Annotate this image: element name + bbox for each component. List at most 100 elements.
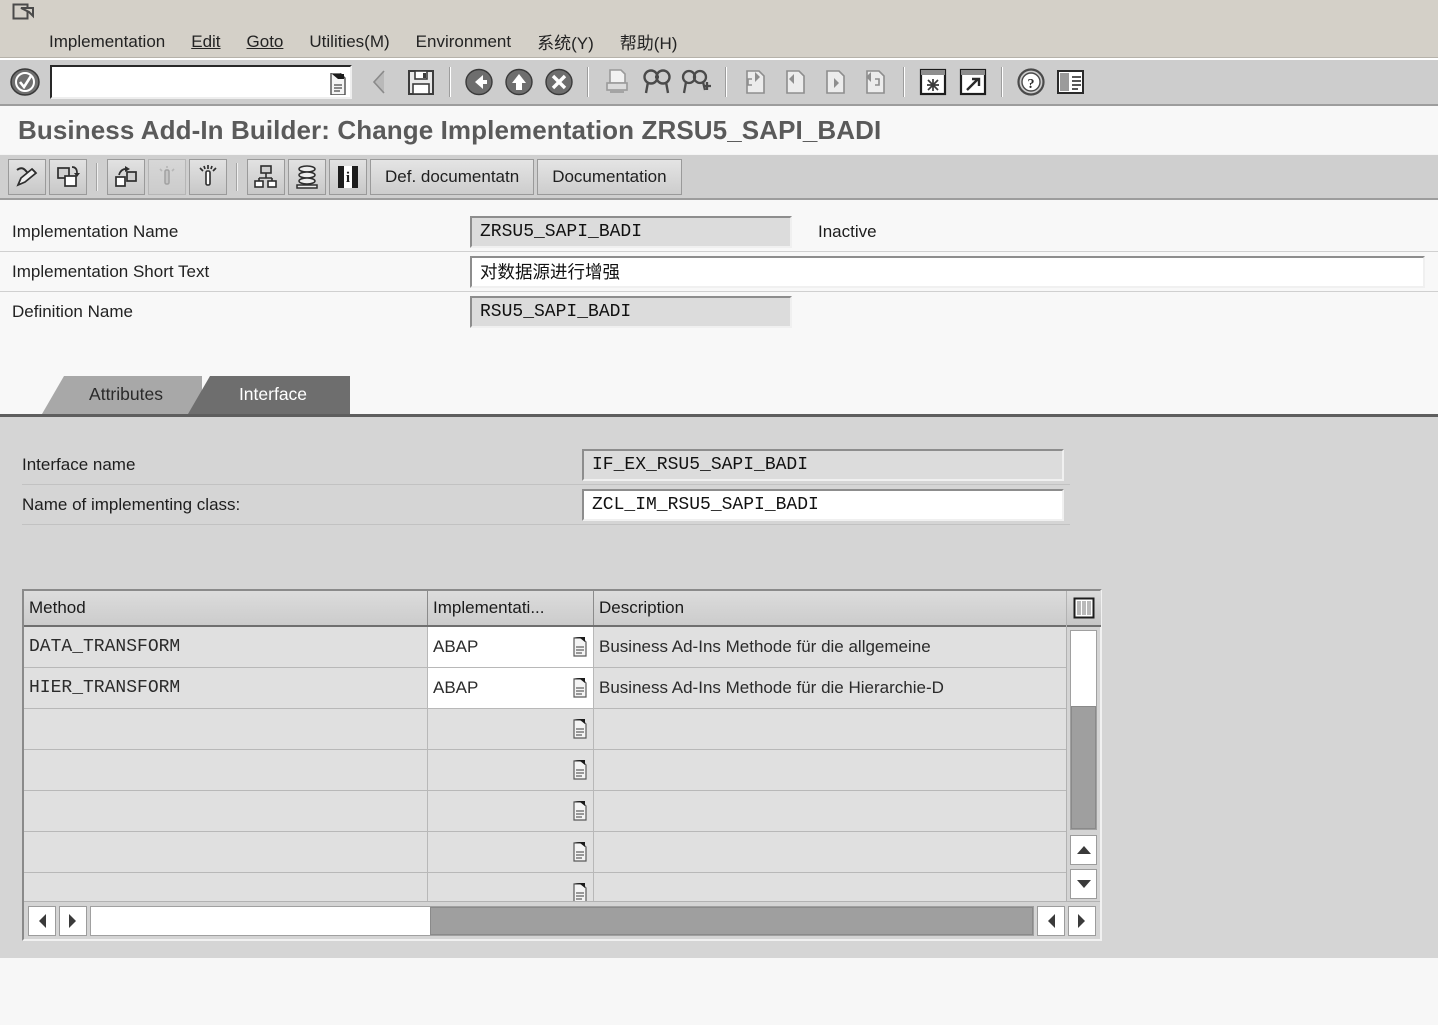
back-green-icon[interactable] <box>460 63 498 101</box>
print-icon[interactable] <box>598 63 636 101</box>
cell-description[interactable] <box>594 832 1066 872</box>
table-row[interactable]: HIER_TRANSFORM ABAP Business Ad-Ins Meth… <box>24 668 1066 709</box>
enter-check-icon[interactable] <box>6 63 44 101</box>
scroll-down-icon[interactable] <box>1070 869 1097 899</box>
cell-method[interactable] <box>24 832 428 872</box>
menu-item-utilities[interactable]: Utilities(M) <box>296 30 402 54</box>
cell-method[interactable] <box>24 750 428 790</box>
column-header-implementation[interactable]: Implementati... <box>428 591 594 625</box>
matchcode-icon[interactable] <box>572 883 588 901</box>
last-page-icon[interactable] <box>856 63 894 101</box>
lamp-inactive-icon[interactable] <box>148 158 186 195</box>
customize-layout-icon[interactable] <box>1052 63 1090 101</box>
command-field[interactable] <box>50 65 352 99</box>
cell-method[interactable] <box>24 709 428 749</box>
vertical-scroll-track[interactable] <box>1070 630 1097 830</box>
matchcode-icon[interactable] <box>572 637 588 657</box>
vertical-scrollbar[interactable] <box>1066 591 1101 901</box>
column-header-method[interactable]: Method <box>24 591 428 625</box>
cell-description[interactable] <box>594 873 1066 901</box>
matchcode-icon[interactable] <box>572 719 588 739</box>
command-input[interactable] <box>52 67 350 97</box>
tab-attributes[interactable]: Attributes <box>42 376 202 414</box>
cell-implementation[interactable] <box>428 709 594 749</box>
find-icon[interactable] <box>638 63 676 101</box>
cell-implementation[interactable] <box>428 832 594 872</box>
save-icon[interactable] <box>402 63 440 101</box>
stack-display-icon[interactable] <box>288 158 326 195</box>
table-row[interactable] <box>24 873 1066 901</box>
implementation-name-field[interactable]: ZRSU5_SAPI_BADI <box>470 215 792 248</box>
table-row[interactable] <box>24 832 1066 873</box>
matchcode-icon[interactable] <box>572 801 588 821</box>
menu-item-goto[interactable]: Goto <box>234 30 297 54</box>
cell-description[interactable]: Business Ad-Ins Methode für die Hierarch… <box>594 668 1066 708</box>
scroll-up-icon[interactable] <box>1070 835 1097 865</box>
def-documentation-button[interactable]: Def. documentatn <box>370 158 535 195</box>
toolbar-separator-3 <box>725 67 727 97</box>
column-header-description[interactable]: Description <box>594 591 1066 625</box>
info-icon[interactable]: i <box>329 158 367 195</box>
vertical-scroll-thumb[interactable] <box>1071 706 1096 829</box>
matchcode-icon[interactable] <box>329 73 347 95</box>
cell-implementation[interactable]: ABAP <box>428 627 594 667</box>
lamp-active-icon[interactable] <box>189 158 227 195</box>
cell-implementation[interactable] <box>428 873 594 901</box>
scroll-left-icon[interactable] <box>28 905 56 936</box>
cancel-icon[interactable] <box>540 63 578 101</box>
next-page-icon[interactable] <box>816 63 854 101</box>
implementation-short-text-field[interactable]: 对数据源进行增强 <box>470 255 1425 288</box>
cell-method[interactable] <box>24 791 428 831</box>
scroll-left-page-icon[interactable] <box>59 905 87 936</box>
matchcode-icon[interactable] <box>572 842 588 862</box>
cell-method[interactable]: HIER_TRANSFORM <box>24 668 428 708</box>
matchcode-icon[interactable] <box>572 760 588 780</box>
cell-method[interactable] <box>24 873 428 901</box>
horizontal-scroll-track[interactable] <box>90 905 1034 936</box>
matchcode-icon[interactable] <box>572 678 588 698</box>
cell-method[interactable]: DATA_TRANSFORM <box>24 627 428 667</box>
other-object-icon[interactable] <box>49 158 87 195</box>
menu-item-environment[interactable]: Environment <box>403 30 524 54</box>
toolbar-separator-4 <box>903 67 905 97</box>
scroll-right-page-icon[interactable] <box>1037 905 1065 936</box>
help-icon[interactable]: ? <box>1012 63 1050 101</box>
menu-item-system[interactable]: 系统(Y) <box>524 27 607 56</box>
implementing-class-field[interactable]: ZCL_IM_RSU5_SAPI_BADI <box>582 488 1064 521</box>
display-change-icon[interactable] <box>8 158 46 195</box>
cell-description[interactable] <box>594 750 1066 790</box>
menu-item-edit[interactable]: Edit <box>178 30 233 54</box>
definition-name-field[interactable]: RSU5_SAPI_BADI <box>470 296 792 328</box>
cell-implementation[interactable] <box>428 791 594 831</box>
cell-description[interactable] <box>594 709 1066 749</box>
back-icon[interactable] <box>362 63 400 101</box>
tab-interface[interactable]: Interface <box>188 376 350 414</box>
table-row[interactable] <box>24 709 1066 750</box>
create-session-icon[interactable] <box>914 63 952 101</box>
first-page-icon[interactable] <box>736 63 774 101</box>
horizontal-scroll-thumb[interactable] <box>430 906 1033 935</box>
cell-description[interactable] <box>594 791 1066 831</box>
exit-icon[interactable] <box>500 63 538 101</box>
menu-item-implementation[interactable]: Implementation <box>36 30 178 54</box>
find-next-icon[interactable] <box>678 63 716 101</box>
window-menu-icon[interactable] <box>12 2 36 24</box>
scroll-right-icon[interactable] <box>1068 905 1096 936</box>
cell-description[interactable]: Business Ad-Ins Methode für die allgemei… <box>594 627 1066 667</box>
cell-implementation-value: ABAP <box>433 637 479 656</box>
table-row[interactable]: DATA_TRANSFORM ABAP Business Ad-Ins Meth… <box>24 627 1066 668</box>
where-used-icon[interactable] <box>247 158 285 195</box>
interface-name-field[interactable]: IF_EX_RSU5_SAPI_BADI <box>582 448 1064 481</box>
create-shortcut-icon[interactable] <box>954 63 992 101</box>
table-row[interactable] <box>24 791 1066 832</box>
horizontal-scrollbar[interactable] <box>24 901 1100 939</box>
documentation-button[interactable]: Documentation <box>537 158 682 195</box>
menu-item-help[interactable]: 帮助(H) <box>607 27 691 56</box>
svg-text:i: i <box>346 170 350 186</box>
activate-icon[interactable] <box>107 158 145 195</box>
cell-implementation[interactable] <box>428 750 594 790</box>
select-all-columns-icon[interactable] <box>1067 591 1101 627</box>
cell-implementation[interactable]: ABAP <box>428 668 594 708</box>
previous-page-icon[interactable] <box>776 63 814 101</box>
table-row[interactable] <box>24 750 1066 791</box>
